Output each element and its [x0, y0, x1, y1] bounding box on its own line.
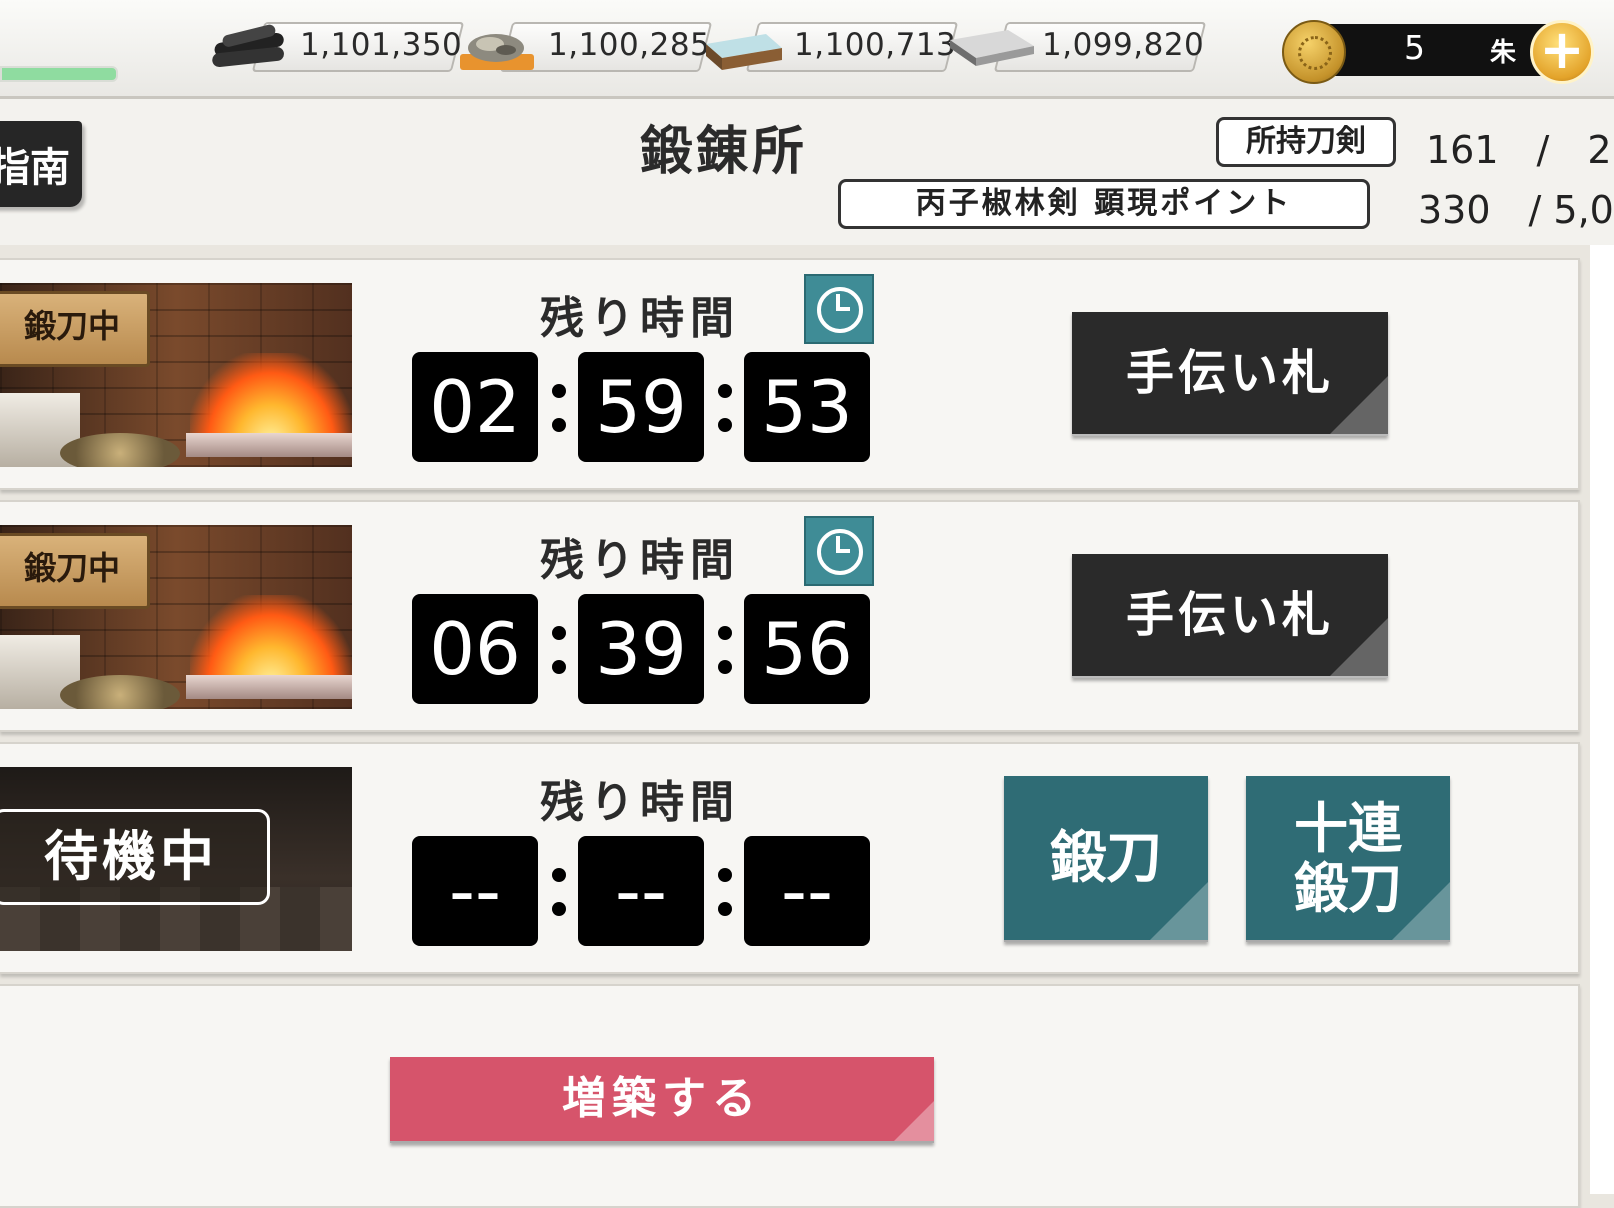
right-edge — [1590, 245, 1614, 1194]
forge-slot-2: 鍛刀中 残り時間 06 39 56 手伝い札 — [0, 500, 1580, 732]
resource-bar: 1,101,350 1,100,285 1,100,713 1,099,820 — [0, 0, 1614, 99]
timer-colon — [718, 618, 732, 678]
remaining-time-label: 残り時間 — [540, 777, 740, 828]
owned-swords-count: 161 / 20 — [1426, 128, 1614, 172]
forge-header: 指南 鍛錬所 所持刀剣 161 / 20 丙子椒林剣 顕現ポイント 330 / … — [0, 99, 1614, 245]
charcoal-icon — [212, 24, 284, 68]
help-token-button[interactable]: 手伝い札 — [1072, 312, 1388, 436]
expand-button[interactable]: 増築する — [390, 1057, 934, 1143]
forging-thumbnail: 鍛刀中 — [0, 525, 352, 709]
status-sign: 鍛刀中 — [0, 533, 150, 609]
status-sign: 鍛刀中 — [0, 291, 150, 367]
remaining-time-label: 残り時間 — [540, 293, 740, 344]
timer-colon — [552, 618, 566, 678]
forge-label: 鍛刀 — [1050, 825, 1162, 891]
timer-seconds: -- — [744, 836, 870, 946]
resource-value: 1,100,285 — [548, 27, 711, 63]
resource-value: 1,101,350 — [300, 27, 463, 63]
koban-unit: 朱 — [1490, 38, 1517, 68]
coolant-tray-icon — [706, 34, 782, 70]
timer-seconds: 53 — [744, 352, 870, 462]
steel-ore-icon — [460, 34, 534, 70]
help-token-label: 手伝い札 — [1125, 345, 1334, 401]
koban-coin-icon — [1282, 20, 1346, 84]
timer-minutes: -- — [578, 836, 704, 946]
timer-colon — [552, 376, 566, 436]
expand-label: 増築する — [562, 1073, 762, 1124]
ten-forge-button[interactable]: 十連 鍛刀 — [1246, 776, 1450, 942]
guide-label: 指南 — [0, 144, 70, 191]
owned-swords-tag: 所持刀剣 — [1216, 117, 1396, 167]
guide-button[interactable]: 指南 — [0, 121, 82, 207]
progress-indicator — [0, 66, 118, 82]
remaining-time-label: 残り時間 — [540, 535, 740, 586]
timer-hours: 02 — [412, 352, 538, 462]
timer-colon — [718, 376, 732, 436]
forge-slot-3: 待機中 残り時間 -- -- -- 鍛刀 十連 鍛刀 — [0, 742, 1580, 974]
ten-forge-line1: 十連 — [1294, 796, 1402, 860]
clock-icon[interactable] — [804, 274, 874, 344]
page-title: 鍛錬所 — [640, 121, 809, 182]
resource-value: 1,099,820 — [1042, 27, 1205, 63]
timer-colon — [552, 860, 566, 920]
timer-minutes: 59 — [578, 352, 704, 462]
forge-slot-1: 鍛刀中 残り時間 02 59 53 手伝い札 — [0, 258, 1580, 490]
help-token-button[interactable]: 手伝い札 — [1072, 554, 1388, 678]
timer-colon — [718, 860, 732, 920]
whetstone-icon — [950, 30, 1034, 66]
manifest-points-tag: 丙子椒林剣 顕現ポイント — [838, 179, 1370, 229]
help-token-label: 手伝い札 — [1125, 587, 1334, 643]
idle-thumbnail: 待機中 — [0, 767, 352, 951]
timer-minutes: 39 — [578, 594, 704, 704]
timer-seconds: 56 — [744, 594, 870, 704]
add-koban-button[interactable]: + — [1530, 20, 1594, 84]
timer-hours: 06 — [412, 594, 538, 704]
forge-button[interactable]: 鍛刀 — [1004, 776, 1208, 942]
timer-hours: -- — [412, 836, 538, 946]
manifest-points-count: 330 / 5,0 — [1418, 188, 1614, 232]
koban-amount: 5 — [1404, 28, 1425, 67]
koban-counter: 5 朱 + — [1282, 20, 1598, 84]
clock-icon[interactable] — [804, 516, 874, 586]
forging-thumbnail: 鍛刀中 — [0, 283, 352, 467]
status-idle-label: 待機中 — [0, 809, 270, 905]
resource-value: 1,100,713 — [794, 27, 957, 63]
